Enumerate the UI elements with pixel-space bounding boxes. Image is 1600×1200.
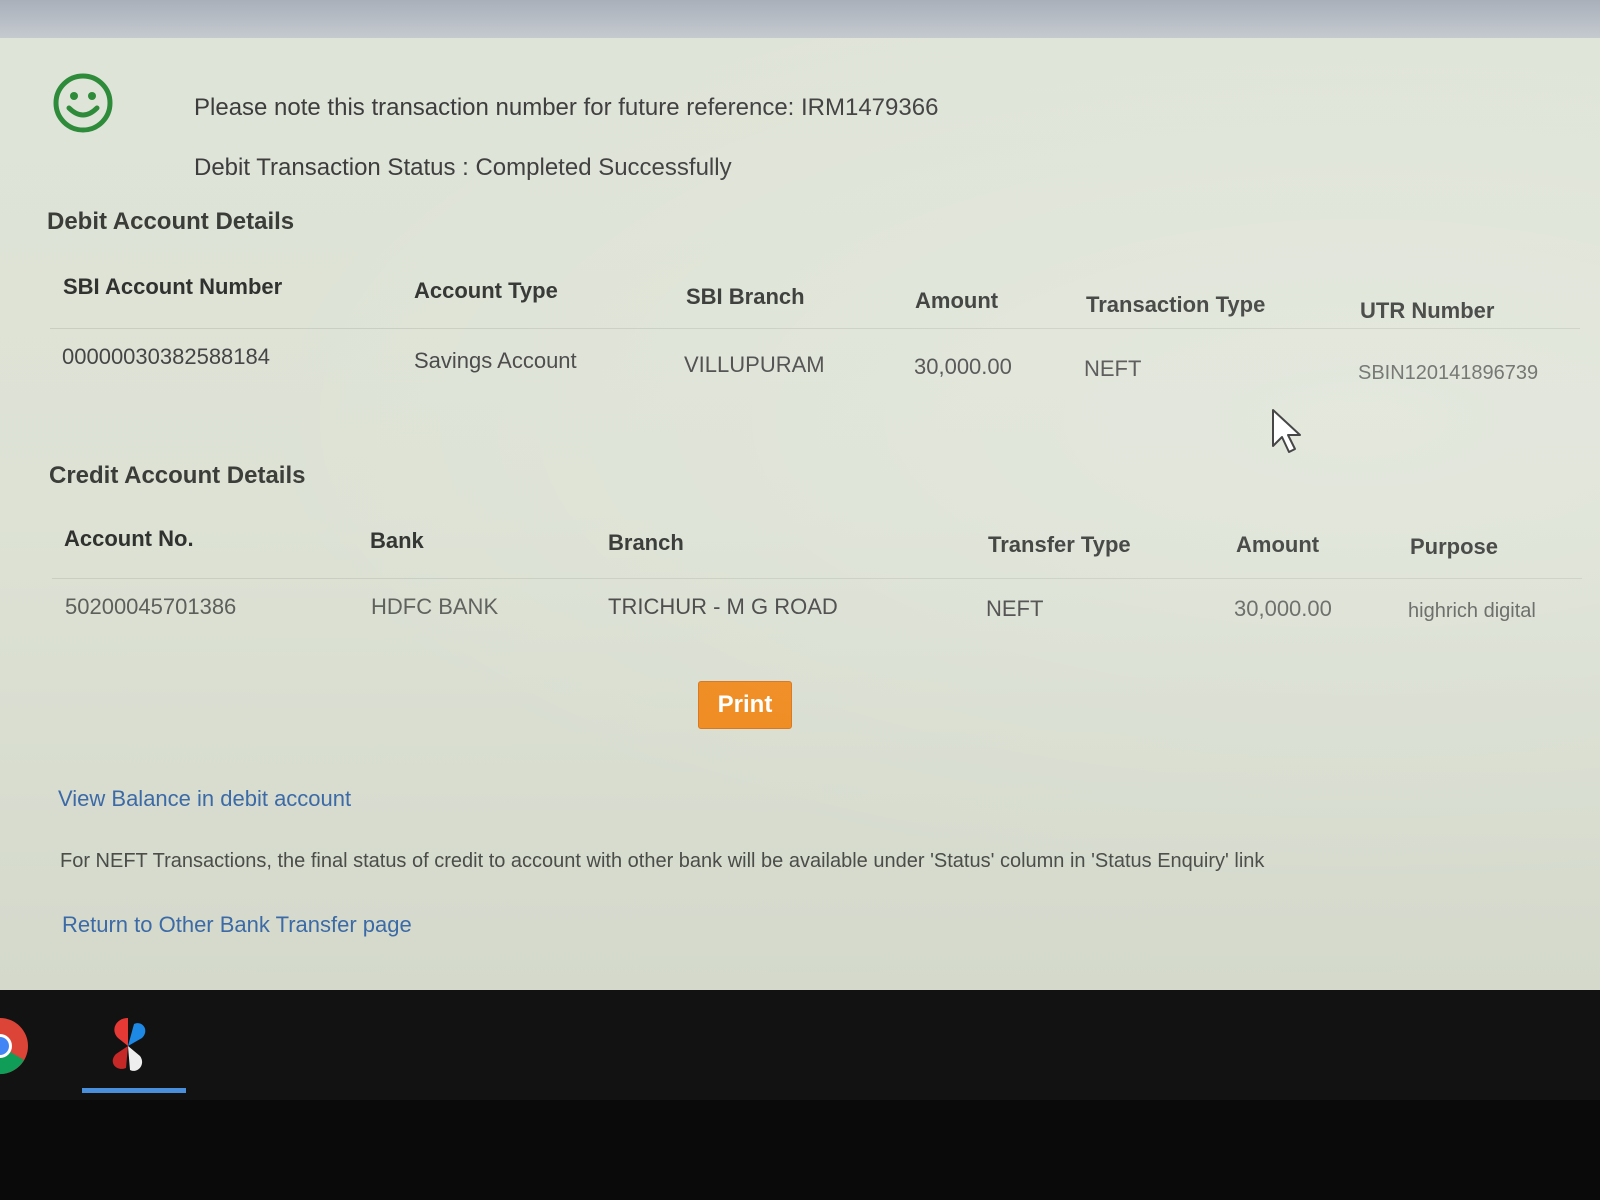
debit-amount: 30,000.00 [914,354,1012,379]
chrome-icon[interactable] [0,1016,30,1076]
view-balance-link[interactable]: View Balance in debit account [58,786,351,812]
credit-amount: 30,000.00 [1234,596,1332,621]
debit-account-type: Savings Account [414,348,577,373]
debit-header-amount: Amount [915,288,999,313]
credit-bank: HDFC BANK [371,594,499,619]
smiley-icon [53,73,113,133]
taskbar [0,990,1600,1100]
debit-header-account-type: Account Type [414,278,558,303]
active-app-indicator [82,1088,186,1093]
credit-header-branch: Branch [608,530,684,555]
credit-header-purpose: Purpose [1410,534,1499,559]
credit-header-amount: Amount [1236,532,1320,557]
neft-status-note: For NEFT Transactions, the final status … [60,850,1265,872]
return-to-other-bank-transfer-link[interactable]: Return to Other Bank Transfer page [62,912,412,938]
debit-account-number: 00000030382588184 [62,344,271,369]
credit-header-account-no: Account No. [64,526,194,551]
debit-branch: VILLUPURAM [684,352,825,377]
credit-section-title: Credit Account Details [49,462,306,489]
mouse-cursor-icon [1272,409,1301,453]
print-button[interactable]: Print [698,681,792,729]
debit-header-account-number: SBI Account Number [63,274,283,299]
debit-header-transaction-type: Transaction Type [1086,292,1266,317]
debit-header-utr-number: UTR Number [1360,298,1495,323]
debit-transaction-status: Debit Transaction Status : Completed Suc… [194,154,732,181]
transaction-reference-note: Please note this transaction number for … [194,94,939,121]
debit-header-branch: SBI Branch [686,284,805,309]
credit-purpose: highrich digital [1408,600,1536,622]
monitor-bezel-bottom [0,1100,1600,1200]
credit-transfer-type: NEFT [986,596,1044,621]
credit-branch: TRICHUR - M G ROAD [608,594,838,619]
debit-transaction-type: NEFT [1084,356,1142,381]
transaction-confirmation-page: Please note this transaction number for … [0,38,1600,990]
credit-account-number: 50200045701386 [65,594,237,619]
top-bezel [0,0,1600,40]
credit-header-bank: Bank [370,528,424,553]
debit-utr-number: SBIN120141896739 [1358,362,1539,384]
debit-section-title: Debit Account Details [47,208,295,235]
credit-header-transfer-type: Transfer Type [988,532,1131,557]
app-icon[interactable] [98,1012,158,1078]
credit-header-divider [52,578,1582,579]
debit-header-divider [50,328,1580,329]
